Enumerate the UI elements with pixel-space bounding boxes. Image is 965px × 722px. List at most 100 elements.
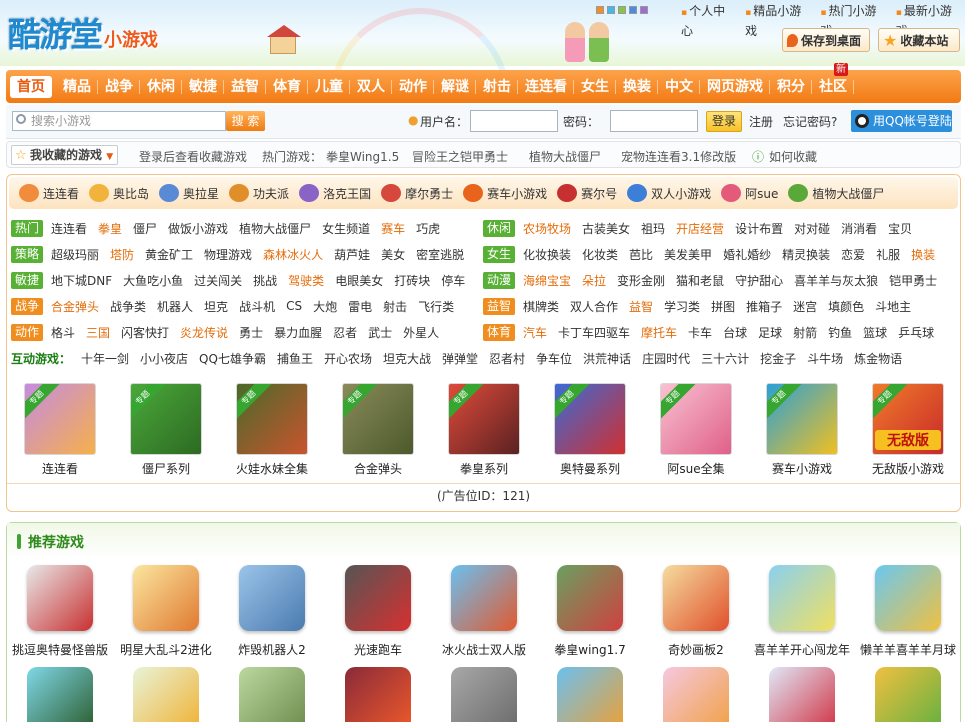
recommended-game-tile[interactable] <box>113 667 219 722</box>
category-link[interactable]: 暴力血腥 <box>274 324 322 341</box>
site-logo[interactable]: 酷游堂 小游戏 <box>8 12 158 56</box>
category-link[interactable]: 推箱子 <box>746 298 782 315</box>
category-link[interactable]: 宝贝 <box>888 220 912 237</box>
category-link[interactable]: 大炮 <box>313 298 337 315</box>
category-link[interactable]: 益智 <box>629 298 653 315</box>
category-link[interactable]: 森林冰火人 <box>263 246 323 263</box>
category-tag[interactable]: 益智 <box>483 297 515 315</box>
category-link[interactable]: 大鱼吃小鱼 <box>123 272 183 289</box>
forgot-password-link[interactable]: 忘记密码? <box>783 113 837 130</box>
category-link[interactable]: 连连看 <box>51 220 87 237</box>
category-link[interactable]: 台球 <box>723 324 747 341</box>
category-link[interactable]: 忍者 <box>333 324 357 341</box>
category-link[interactable]: 挑战 <box>253 272 277 289</box>
recommended-game-tile[interactable] <box>219 667 325 722</box>
nav-item[interactable]: 社区 <box>812 76 854 98</box>
category-link[interactable]: 卡车 <box>688 324 712 341</box>
nav-item[interactable]: 首页 <box>10 75 52 98</box>
category-link[interactable]: CS <box>286 299 302 313</box>
category-link[interactable]: 消消看 <box>841 220 877 237</box>
save-to-desktop-button[interactable]: 保存到桌面 <box>782 28 870 52</box>
skin-color-swatch[interactable] <box>640 6 648 14</box>
category-link[interactable]: 射击 <box>383 298 407 315</box>
category-link[interactable]: 战争类 <box>110 298 146 315</box>
special-topic-tile[interactable]: 专题 无敌版 无敌版小游戏 <box>858 383 958 477</box>
interactive-game-link[interactable]: 弹弹堂 <box>442 350 478 367</box>
category-link[interactable]: 射箭 <box>793 324 817 341</box>
category-link[interactable]: 做饭小游戏 <box>168 220 228 237</box>
category-link[interactable]: 礼服 <box>876 246 900 263</box>
category-link[interactable]: 停车 <box>441 272 465 289</box>
quick-game-link[interactable]: 植物大战僵尸 <box>788 184 884 202</box>
search-input[interactable]: 搜索小游戏 <box>12 111 226 131</box>
category-link[interactable]: 密室逃脱 <box>416 246 464 263</box>
category-link[interactable]: 炎龙传说 <box>180 324 228 341</box>
nav-item[interactable]: 网页游戏 <box>700 76 770 98</box>
category-link[interactable]: 开店经营 <box>676 220 724 237</box>
recommended-game-tile[interactable]: 拳皇wing1.7 <box>537 565 643 658</box>
nav-item[interactable]: 解谜 <box>434 76 476 98</box>
special-topic-tile[interactable]: 专题 僵尸系列 <box>116 383 216 477</box>
category-link[interactable]: 猫和老鼠 <box>676 272 724 289</box>
top-link-personal[interactable]: 个人中心 <box>675 2 739 40</box>
category-link[interactable]: 过关闯关 <box>194 272 242 289</box>
recommended-game-tile[interactable] <box>643 667 749 722</box>
category-link[interactable]: 学习类 <box>664 298 700 315</box>
category-link[interactable]: 变形金刚 <box>617 272 665 289</box>
category-link[interactable]: 双人合作 <box>570 298 618 315</box>
special-topic-tile[interactable]: 专题 火娃水妹全集 <box>222 383 322 477</box>
quick-game-link[interactable]: 奥比岛 <box>89 184 149 202</box>
category-link[interactable]: 打砖块 <box>394 272 430 289</box>
recommended-game-tile[interactable]: 冰火战士双人版 <box>431 565 537 658</box>
interactive-game-link[interactable]: 坦克大战 <box>383 350 431 367</box>
quick-game-link[interactable]: 双人小游戏 <box>627 184 711 202</box>
nav-item[interactable]: 积分 <box>770 76 812 98</box>
nav-item[interactable]: 休闲 <box>140 76 182 98</box>
recommended-game-tile[interactable]: 喜羊羊开心闯龙年 <box>749 565 855 658</box>
hot-game-link[interactable]: 植物大战僵尸 <box>529 148 601 165</box>
category-link[interactable]: 雷电 <box>348 298 372 315</box>
category-link[interactable]: 卡丁车四驱车 <box>558 324 630 341</box>
interactive-game-link[interactable]: 斗牛场 <box>807 350 843 367</box>
category-link[interactable]: 女生频道 <box>322 220 370 237</box>
recommended-game-tile[interactable]: 光速跑车 <box>325 565 431 658</box>
recommended-game-tile[interactable]: 炸毁机器人2 <box>219 565 325 658</box>
interactive-game-link[interactable]: 庄园时代 <box>642 350 690 367</box>
password-field[interactable] <box>610 110 698 132</box>
skin-color-swatch[interactable] <box>596 6 604 14</box>
recommended-game-tile[interactable]: 明星大乱斗2进化 <box>113 565 219 658</box>
category-link[interactable]: 铠甲勇士 <box>889 272 937 289</box>
qq-login-button[interactable]: 用QQ帐号登陆 <box>851 110 952 132</box>
recommended-game-tile[interactable] <box>537 667 643 722</box>
special-topic-tile[interactable]: 专题 拳皇系列 <box>434 383 534 477</box>
category-link[interactable]: 机器人 <box>157 298 193 315</box>
category-link[interactable]: 电眼美女 <box>335 272 383 289</box>
category-link[interactable]: 拼图 <box>711 298 735 315</box>
quick-game-link[interactable]: 洛克王国 <box>299 184 371 202</box>
category-link[interactable]: 换装 <box>911 246 935 263</box>
interactive-game-link[interactable]: 争车位 <box>536 350 572 367</box>
category-link[interactable]: 朵拉 <box>582 272 606 289</box>
category-link[interactable]: 塔防 <box>110 246 134 263</box>
category-link[interactable]: 驾驶类 <box>288 272 324 289</box>
special-topic-tile[interactable]: 专题 阿sue全集 <box>646 383 746 477</box>
category-tag[interactable]: 热门 <box>11 219 43 237</box>
category-link[interactable]: 闪客快打 <box>121 324 169 341</box>
skin-color-switcher[interactable] <box>596 6 648 14</box>
interactive-game-link[interactable]: QQ七雄争霸 <box>199 350 266 367</box>
category-link[interactable]: 恋爱 <box>841 246 865 263</box>
category-link[interactable]: 黄金矿工 <box>145 246 193 263</box>
category-link[interactable]: 飞行类 <box>418 298 454 315</box>
category-link[interactable]: 格斗 <box>51 324 75 341</box>
category-link[interactable]: 喜羊羊与灰太狼 <box>794 272 878 289</box>
category-link[interactable]: 芭比 <box>629 246 653 263</box>
nav-item[interactable]: 动作 <box>392 76 434 98</box>
category-link[interactable]: 外星人 <box>403 324 439 341</box>
category-link[interactable]: 婚礼婚纱 <box>723 246 771 263</box>
category-link[interactable]: 巧虎 <box>416 220 440 237</box>
nav-item[interactable]: 射击 <box>476 76 518 98</box>
nav-item[interactable]: 体育 <box>266 76 308 98</box>
category-link[interactable]: 美发美甲 <box>664 246 712 263</box>
quick-game-link[interactable]: 赛车小游戏 <box>463 184 547 202</box>
hot-game-link[interactable]: 宠物连连看3.1修改版 <box>621 148 736 165</box>
